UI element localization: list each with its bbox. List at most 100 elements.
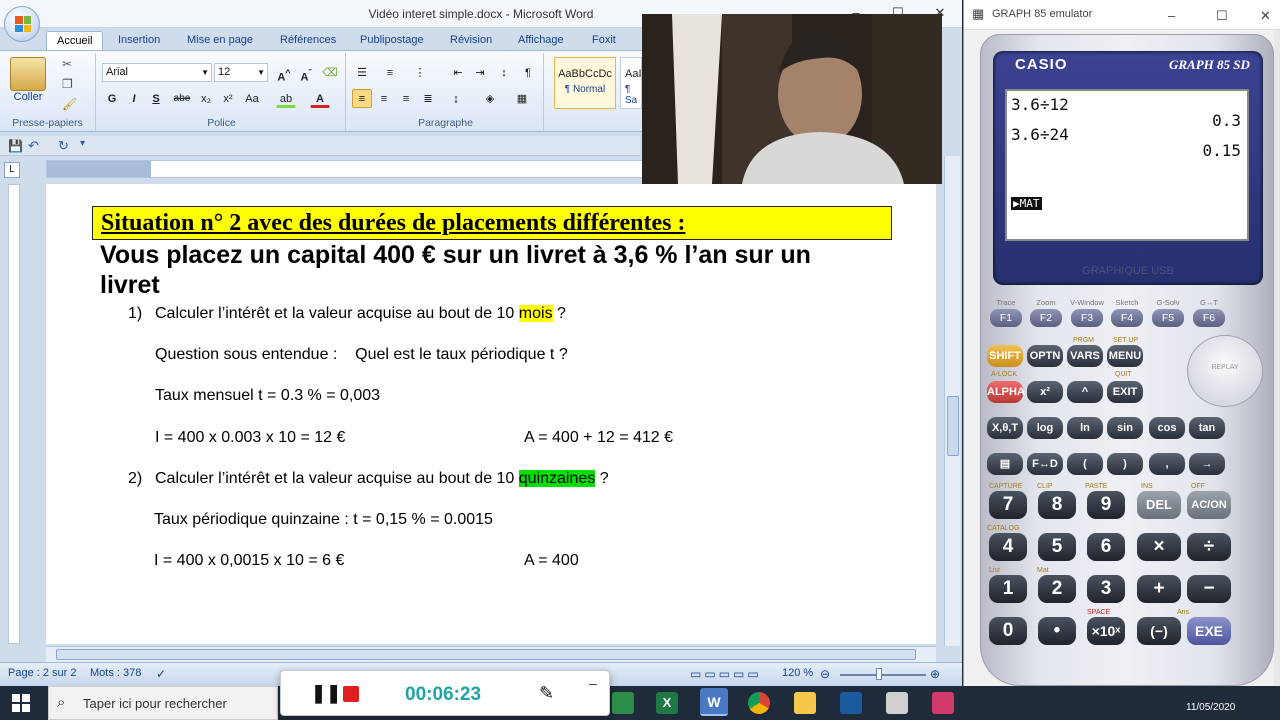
- view-buttons-icon[interactable]: ▭▭▭▭▭: [690, 667, 762, 681]
- f4-key[interactable]: F4: [1111, 309, 1143, 327]
- ln-key[interactable]: ln: [1067, 417, 1103, 439]
- bold-button[interactable]: G: [102, 89, 122, 108]
- undo-icon[interactable]: ↶: [28, 138, 39, 154]
- chrome-icon[interactable]: [748, 692, 770, 714]
- save-icon[interactable]: 💾: [8, 139, 23, 153]
- sin-key[interactable]: sin: [1107, 417, 1143, 439]
- tab-affichage[interactable]: Affichage: [508, 31, 574, 50]
- vertical-scrollbar[interactable]: [944, 156, 960, 646]
- f1-key[interactable]: F1: [990, 309, 1022, 327]
- stop-record-icon[interactable]: [343, 686, 359, 702]
- recorder-minimize-icon[interactable]: –: [589, 675, 597, 691]
- sort-icon[interactable]: ↕: [494, 63, 514, 82]
- align-center-icon[interactable]: ≡: [374, 89, 394, 108]
- key-2[interactable]: 2: [1038, 575, 1076, 603]
- shading-icon[interactable]: ◈: [480, 89, 500, 108]
- key-0[interactable]: 0: [989, 617, 1027, 645]
- horizontal-scrollbar[interactable]: [46, 646, 936, 662]
- taskbar-search[interactable]: ⌕ Taper ici pour rechercher: [48, 686, 278, 720]
- vars-key[interactable]: VARS: [1067, 345, 1103, 367]
- customize-qat-icon[interactable]: ▾: [80, 138, 85, 149]
- decrease-indent-icon[interactable]: ⇤: [448, 63, 468, 82]
- exit-key[interactable]: EXIT: [1107, 381, 1143, 403]
- borders-icon[interactable]: ▦: [512, 89, 532, 108]
- key-9[interactable]: 9: [1087, 491, 1125, 519]
- redo-icon[interactable]: ↻: [58, 138, 69, 154]
- log-key[interactable]: log: [1027, 417, 1063, 439]
- calc-minimize-button[interactable]: –: [1168, 8, 1175, 23]
- tab-foxit-pdf[interactable]: Foxit PDF: [582, 31, 644, 65]
- f-d-key[interactable]: F↔D: [1027, 453, 1063, 475]
- tab-accueil[interactable]: Accueil: [46, 31, 104, 50]
- replay-dpad[interactable]: REPLAY: [1187, 335, 1263, 407]
- bullets-icon[interactable]: ☰: [352, 63, 372, 82]
- shrink-font-icon[interactable]: Aˇ: [296, 63, 316, 84]
- justify-icon[interactable]: ≣: [418, 89, 438, 108]
- minus-key[interactable]: −: [1187, 575, 1231, 603]
- style-second[interactable]: AaI ¶ Sa: [620, 57, 642, 109]
- menu-key[interactable]: MENU: [1107, 345, 1143, 367]
- f6-key[interactable]: F6: [1193, 309, 1225, 327]
- square-key[interactable]: x²: [1027, 381, 1063, 403]
- calculator-taskbar-icon[interactable]: [886, 692, 908, 714]
- exe-key[interactable]: EXE: [1187, 617, 1231, 645]
- windows-start-icon[interactable]: [12, 694, 30, 712]
- draw-pen-icon[interactable]: ✎: [539, 683, 554, 704]
- change-case-button[interactable]: Aa: [242, 89, 262, 108]
- open-paren-key[interactable]: (: [1067, 453, 1103, 475]
- store-key[interactable]: →: [1189, 453, 1225, 475]
- tan-key[interactable]: tan: [1189, 417, 1225, 439]
- scroll-thumb[interactable]: [947, 396, 959, 456]
- fraction-key[interactable]: ▤: [987, 453, 1023, 475]
- key-5[interactable]: 5: [1038, 533, 1076, 561]
- recorder-taskbar-icon[interactable]: [932, 692, 954, 714]
- italic-button[interactable]: I: [124, 89, 144, 108]
- zoom-slider-handle[interactable]: [876, 668, 882, 680]
- zoom-in-icon[interactable]: ⊕: [930, 667, 940, 681]
- key-8[interactable]: 8: [1038, 491, 1076, 519]
- align-right-icon[interactable]: ≡: [396, 89, 416, 108]
- tab-revision[interactable]: Révision: [440, 31, 502, 50]
- key-3[interactable]: 3: [1087, 575, 1125, 603]
- line-spacing-icon[interactable]: ↨: [446, 89, 466, 108]
- font-color-icon[interactable]: A: [310, 89, 330, 108]
- decimal-key[interactable]: •: [1038, 617, 1076, 645]
- office-button[interactable]: [4, 6, 40, 42]
- word-count[interactable]: Mots : 378: [90, 667, 141, 679]
- highlight-color-icon[interactable]: ab: [276, 89, 296, 108]
- key-6[interactable]: 6: [1087, 533, 1125, 561]
- app-icon-green[interactable]: [612, 692, 634, 714]
- font-name-select[interactable]: Arial ▼: [102, 63, 212, 82]
- ac-on-key[interactable]: AC/ON: [1187, 491, 1231, 519]
- cos-key[interactable]: cos: [1149, 417, 1185, 439]
- align-left-icon[interactable]: ≡: [352, 89, 372, 108]
- xthetat-key[interactable]: X,θ,T: [987, 417, 1023, 439]
- copy-icon[interactable]: ❐: [62, 77, 73, 91]
- page-count[interactable]: Page : 2 sur 2: [8, 667, 77, 679]
- close-paren-key[interactable]: ): [1107, 453, 1143, 475]
- tab-mise-en-page[interactable]: Mise en page: [177, 31, 263, 50]
- key-4[interactable]: 4: [989, 533, 1027, 561]
- alpha-key[interactable]: ALPHA: [987, 381, 1025, 403]
- calc-scrollbar[interactable]: [1274, 30, 1280, 686]
- vertical-ruler[interactable]: [0, 184, 22, 644]
- strikethrough-button[interactable]: abe: [172, 89, 192, 108]
- font-size-select[interactable]: 12 ▼: [214, 63, 268, 82]
- zoom-level[interactable]: 120 %: [782, 667, 813, 679]
- f2-key[interactable]: F2: [1030, 309, 1062, 327]
- paste-icon[interactable]: [10, 57, 46, 91]
- f5-key[interactable]: F5: [1152, 309, 1184, 327]
- key-7[interactable]: 7: [989, 491, 1027, 519]
- tab-selector[interactable]: L: [4, 162, 20, 178]
- word-taskbar-icon[interactable]: W: [700, 688, 728, 716]
- calc-close-button[interactable]: ✕: [1260, 8, 1271, 24]
- negative-key[interactable]: (−): [1137, 617, 1181, 645]
- f3-key[interactable]: F3: [1071, 309, 1103, 327]
- divide-key[interactable]: ÷: [1187, 533, 1231, 561]
- shift-key[interactable]: SHIFT: [987, 345, 1023, 367]
- clear-format-icon[interactable]: ⌫: [320, 63, 340, 82]
- tab-publipostage[interactable]: Publipostage: [350, 31, 434, 50]
- plus-key[interactable]: +: [1137, 575, 1181, 603]
- pause-icon[interactable]: ❚❚: [311, 683, 341, 704]
- zoom-out-icon[interactable]: ⊖: [820, 667, 830, 681]
